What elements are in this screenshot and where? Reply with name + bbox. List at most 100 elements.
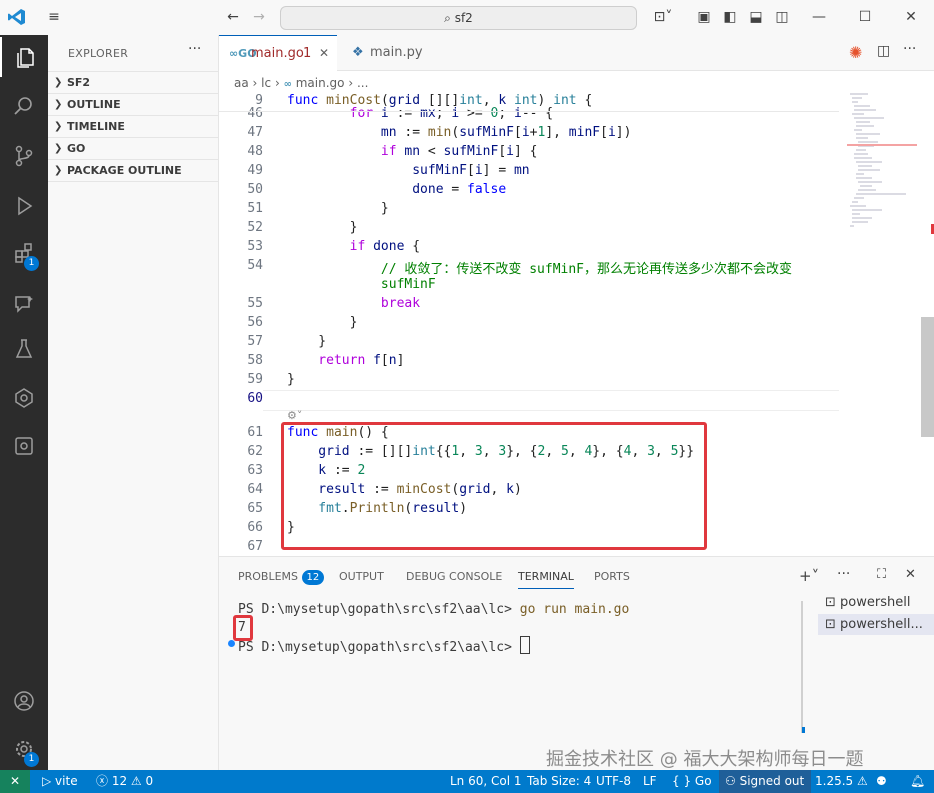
chevron-right-icon: › (348, 76, 357, 90)
toggle-secondary-sidebar-icon[interactable]: ◫ (773, 8, 791, 26)
tab-debug-console[interactable]: DEBUG CONSOLE (406, 570, 502, 583)
code-action-icon[interactable]: ⚙˅ (287, 409, 302, 422)
line-number: 56 (247, 315, 263, 330)
maximize-icon[interactable]: ☐ (856, 8, 874, 26)
copilot-icon[interactable]: ⊡˅ (648, 8, 678, 26)
notifications-icon[interactable]: 🔔︎ (910, 770, 925, 793)
tab-ports[interactable]: PORTS (594, 570, 630, 583)
chevron-right-icon: › (252, 76, 262, 90)
chevron-right-icon: ❯ (54, 99, 63, 110)
extensions-icon[interactable]: 1 (0, 232, 48, 272)
section-outline[interactable]: ❯ OUTLINE (48, 93, 218, 115)
code-line: done = false (287, 182, 507, 197)
editor-scrollbar-thumb[interactable] (921, 317, 934, 437)
breadcrumb-item[interactable]: lc (261, 76, 271, 90)
remote-explorer-icon[interactable] (0, 425, 48, 465)
more-actions-icon[interactable]: ··· (903, 41, 916, 57)
command-center-search[interactable]: ⌕ sf2 (280, 6, 637, 30)
gitlens-icon[interactable] (0, 377, 48, 417)
terminal-item-powershell[interactable]: ⊡ powershell (825, 595, 910, 610)
tab-size[interactable]: Tab Size: 4 (527, 770, 591, 793)
watermark: 掘金技术社区 @ 福大大架构师每日一题 (546, 749, 864, 770)
language-mode[interactable]: { } Go (672, 770, 712, 793)
launch-config[interactable]: ▷ vite (42, 770, 78, 793)
more-actions-icon[interactable]: ··· (188, 41, 201, 57)
manage-gear-icon[interactable]: 1 (0, 728, 48, 768)
tab-main-go[interactable]: ∞GO main.go 1 ✕ (219, 35, 337, 71)
minimap[interactable] (847, 92, 917, 232)
end-of-line[interactable]: LF (643, 770, 657, 793)
code-line: } (287, 315, 358, 330)
terminal-line: PS D:\mysetup\gopath\src\sf2\aa\lc> (238, 636, 530, 655)
explorer-icon[interactable] (0, 37, 50, 77)
editor-tabs: ∞GO main.go 1 ✕ ❖ main.py ✺ ◫ ··· (219, 35, 934, 71)
encoding[interactable]: UTF-8 (596, 770, 631, 793)
close-panel-icon[interactable]: ✕ (905, 567, 916, 582)
code-line: } (287, 220, 358, 235)
run-debug-icon[interactable] (0, 185, 48, 225)
terminal-icon: ⊡ (825, 617, 841, 632)
maximize-panel-icon[interactable]: ⛶ (877, 567, 886, 582)
search-icon: ⌕ (444, 11, 455, 25)
new-terminal-icon[interactable]: +˅ (799, 567, 819, 585)
close-icon[interactable]: ✕ (902, 8, 920, 26)
copilot-status-icon[interactable]: ⚉ (876, 770, 887, 793)
tab-label: main.go (251, 46, 304, 61)
settings-badge: 1 (24, 752, 39, 767)
chevron-right-icon: ❯ (54, 77, 63, 88)
section-go[interactable]: ❯ GO (48, 137, 218, 159)
account-icon[interactable] (0, 680, 48, 720)
layout-icon[interactable]: ▣ (695, 8, 713, 26)
tab-terminal[interactable]: TERMINAL (518, 570, 574, 589)
more-actions-icon[interactable]: ··· (837, 566, 850, 582)
line-number: 46 (247, 106, 263, 121)
remote-indicator[interactable]: ✕ (0, 770, 30, 793)
back-arrow-icon[interactable]: ← (224, 8, 242, 26)
tab-problems[interactable]: PROBLEMS 12 (238, 570, 325, 585)
tab-output[interactable]: OUTPUT (339, 570, 384, 583)
breadcrumb-item[interactable]: main.go (296, 76, 345, 90)
section-package-outline[interactable]: ❯ PACKAGE OUTLINE (48, 159, 218, 182)
source-control-icon[interactable] (0, 135, 48, 175)
line-number: 52 (247, 220, 263, 235)
account-status[interactable]: ⚇ Signed out (719, 770, 811, 793)
code-line: sufMinF (287, 277, 436, 292)
cursor-position[interactable]: Ln 60, Col 1 (450, 770, 522, 793)
vscode-logo-icon (8, 8, 26, 26)
search-icon[interactable] (0, 85, 48, 125)
split-editor-icon[interactable]: ◫ (877, 43, 890, 59)
problems-badge: 12 (301, 570, 325, 585)
toggle-sidebar-icon[interactable]: ◧ (721, 8, 739, 26)
account-icon: ⚇ (725, 774, 740, 788)
section-sf2[interactable]: ❯ SF2 (48, 71, 218, 93)
status-bar: ✕ ▷ vite ⓧ 12 ⚠ 0 Ln 60, Col 1 Tab Size:… (0, 770, 934, 793)
breadcrumb: aa › lc › ∞ main.go › ... (234, 74, 368, 92)
minimize-icon[interactable]: — (810, 8, 828, 26)
chat-icon[interactable] (0, 283, 48, 323)
breadcrumb-item[interactable]: ... (357, 76, 368, 90)
line-number: 64 (247, 482, 263, 497)
copilot-spark-icon[interactable]: ✺ (849, 43, 862, 62)
breadcrumb-item[interactable]: aa (234, 76, 249, 90)
line-number: 50 (247, 182, 263, 197)
play-icon: ▷ (42, 774, 56, 788)
forward-arrow-icon[interactable]: → (250, 8, 268, 26)
code-line: for i := mx; i >= 0; i-- { (287, 106, 554, 121)
tab-main-py[interactable]: ❖ main.py (338, 35, 448, 70)
section-timeline[interactable]: ❯ TIMELINE (48, 115, 218, 137)
line-number: 65 (247, 501, 263, 516)
toggle-panel-icon[interactable]: ⬓ (747, 8, 765, 26)
code-line: } (287, 201, 389, 216)
code-line: } (287, 372, 295, 387)
terminal-item-powershell-active[interactable]: ⊡ powershell... (818, 614, 934, 635)
testing-icon[interactable] (0, 328, 48, 368)
bottom-panel: PROBLEMS 12 OUTPUT DEBUG CONSOLE TERMINA… (219, 556, 934, 771)
close-tab-icon[interactable]: ✕ (319, 36, 329, 71)
line-number: 55 (247, 296, 263, 311)
scroll-marker (802, 727, 805, 733)
go-version[interactable]: 1.25.5 ⚠ (815, 770, 868, 793)
line-number: 60 (247, 391, 263, 406)
problems-indicator[interactable]: ⓧ 12 ⚠ 0 (96, 770, 153, 793)
terminal-list-divider (801, 601, 803, 733)
menu-icon[interactable]: ≡ (45, 8, 63, 26)
